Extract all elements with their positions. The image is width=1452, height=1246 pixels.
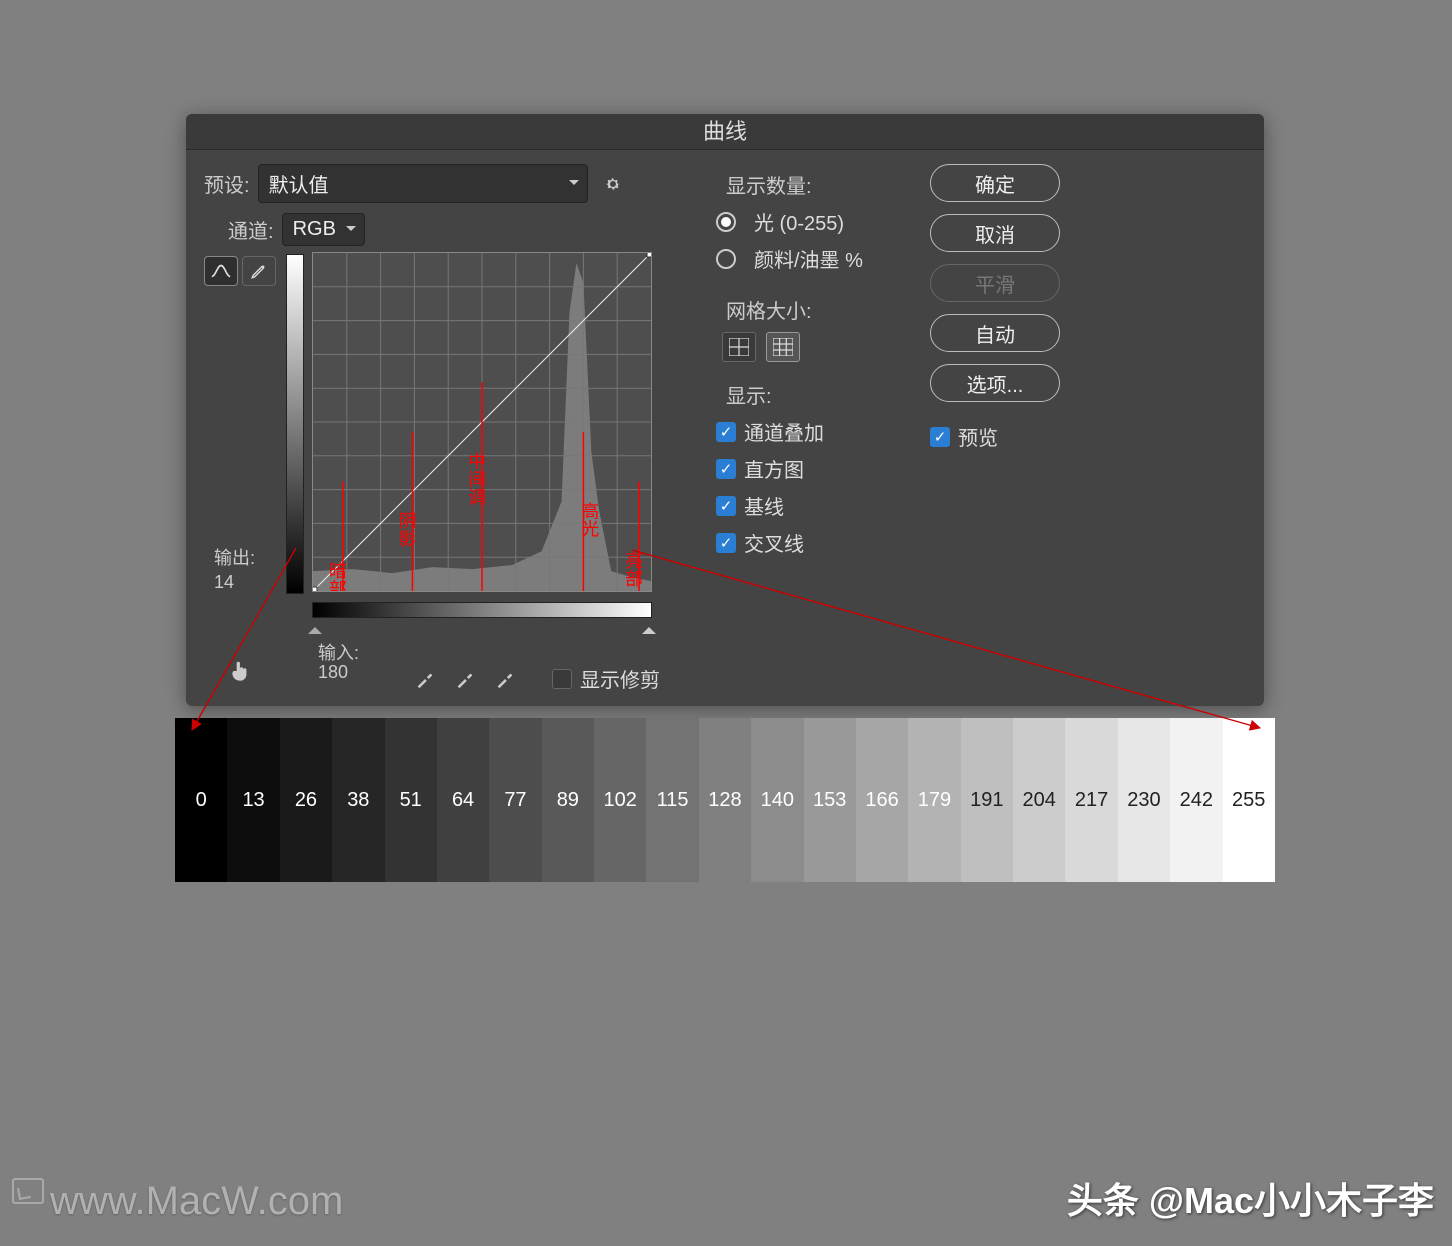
chk-baseline-label: 基线: [744, 491, 784, 520]
grayscale-strip: 0132638516477891021151281401531661791912…: [175, 718, 1275, 882]
output-gradient: [286, 254, 304, 594]
targeted-adjust-icon[interactable]: [228, 658, 254, 689]
smooth-button[interactable]: 平滑: [930, 264, 1060, 302]
grid-size-label: 网格大小:: [726, 295, 912, 324]
preset-label: 预设:: [204, 169, 250, 198]
gear-icon[interactable]: [604, 175, 622, 193]
action-buttons-panel: 确定 取消 平滑 自动 选项... ✓ 预览: [930, 164, 1060, 692]
annot-highlight: 高光: [579, 501, 599, 538]
black-point-slider[interactable]: [308, 620, 322, 634]
white-point-slider[interactable]: [642, 620, 656, 634]
channel-label: 通道:: [228, 215, 274, 244]
watermark-right: 头条 @Mac小小木子李: [1067, 1172, 1434, 1224]
radio-ink-label: 颜料/油墨 %: [754, 244, 863, 273]
preset-value: 默认值: [269, 169, 329, 198]
curves-dialog: 曲线 预设: 默认值 通道: RGB: [186, 114, 1264, 706]
annot-shadow-zone: 暗部: [327, 561, 347, 591]
options-button[interactable]: 选项...: [930, 364, 1060, 402]
output-value: 14: [214, 572, 234, 593]
auto-button[interactable]: 自动: [930, 314, 1060, 352]
gray-cell: 166: [856, 718, 908, 882]
gray-cell: 26: [280, 718, 332, 882]
chk-baseline[interactable]: ✓: [716, 496, 736, 516]
pencil-tool-button[interactable]: [242, 256, 276, 286]
gray-cell: 128: [699, 718, 751, 882]
annot-shadow: 阴影: [396, 511, 416, 547]
gray-cell: 140: [751, 718, 803, 882]
radio-light-label: 光 (0-255): [754, 207, 844, 236]
gray-cell: 64: [437, 718, 489, 882]
gray-cell: 13: [227, 718, 279, 882]
gray-cell: 255: [1223, 718, 1275, 882]
chk-cross-label: 交叉线: [744, 528, 804, 557]
show-label: 显示:: [726, 380, 912, 409]
preview-label: 预览: [958, 422, 998, 451]
gray-cell: 102: [594, 718, 646, 882]
gray-cell: 77: [489, 718, 541, 882]
eyedropper-black-icon[interactable]: [414, 668, 436, 690]
gray-cell: 191: [961, 718, 1013, 882]
chk-histogram[interactable]: ✓: [716, 459, 736, 479]
curves-left-panel: 预设: 默认值 通道: RGB: [204, 164, 694, 692]
channel-value: RGB: [293, 218, 336, 241]
eyedropper-gray-icon[interactable]: [454, 668, 476, 690]
radio-ink[interactable]: [716, 249, 736, 269]
display-amount-label: 显示数量:: [726, 170, 912, 199]
watermark-icon: [12, 1178, 44, 1204]
dialog-title: 曲线: [186, 114, 1264, 150]
gray-cell: 89: [542, 718, 594, 882]
cancel-button[interactable]: 取消: [930, 214, 1060, 252]
gray-cell: 230: [1118, 718, 1170, 882]
show-clipping-label: 显示修剪: [580, 664, 660, 693]
gray-cell: 51: [385, 718, 437, 882]
input-value: 180: [318, 662, 348, 683]
gray-cell: 115: [646, 718, 698, 882]
show-clipping-checkbox[interactable]: [552, 669, 572, 689]
input-gradient: [312, 602, 652, 618]
chk-histogram-label: 直方图: [744, 454, 804, 483]
ok-button[interactable]: 确定: [930, 164, 1060, 202]
gray-cell: 204: [1013, 718, 1065, 882]
gray-cell: 38: [332, 718, 384, 882]
gray-cell: 217: [1065, 718, 1117, 882]
chk-channel-overlay-label: 通道叠加: [744, 417, 824, 446]
gray-cell: 179: [908, 718, 960, 882]
channel-select[interactable]: RGB: [282, 213, 365, 246]
eyedropper-white-icon[interactable]: [494, 668, 516, 690]
radio-light[interactable]: [716, 212, 736, 232]
chk-channel-overlay[interactable]: ✓: [716, 422, 736, 442]
gray-cell: 153: [804, 718, 856, 882]
curve-tool-button[interactable]: [204, 256, 238, 286]
gray-cell: 242: [1170, 718, 1222, 882]
watermark-left: www.MacW.com: [50, 1179, 343, 1224]
chk-cross[interactable]: ✓: [716, 533, 736, 553]
preset-select[interactable]: 默认值: [258, 164, 588, 203]
grid-large-button[interactable]: [766, 332, 800, 362]
curve-grid[interactable]: 暗部 阴影 中间调 高光 亮部: [312, 252, 652, 592]
preview-checkbox[interactable]: ✓: [930, 427, 950, 447]
grid-small-button[interactable]: [722, 332, 756, 362]
annot-midtone: 中间调: [466, 452, 486, 507]
annot-bright-zone: 亮部: [623, 551, 643, 587]
output-label: 输出:: [214, 544, 255, 570]
gray-cell: 0: [175, 718, 227, 882]
display-options-panel: 显示数量: 光 (0-255) 颜料/油墨 % 网格大小: 显示: ✓: [712, 164, 912, 692]
